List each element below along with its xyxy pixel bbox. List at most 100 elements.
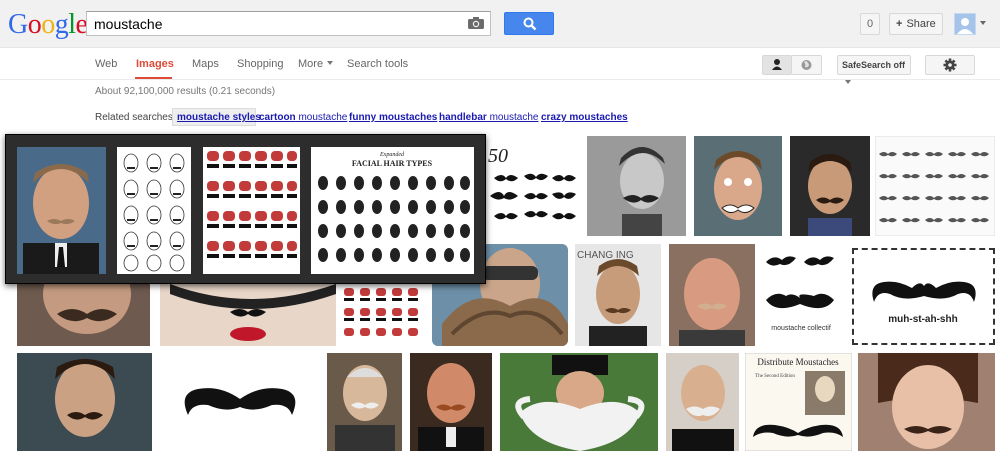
related-link[interactable]: cartoon moustache <box>259 112 347 123</box>
search-input[interactable] <box>87 12 457 35</box>
distribute-sub: The Second Edition <box>755 374 795 379</box>
distribute-title: Distribute Moustaches <box>757 357 839 367</box>
portrait-photo <box>327 353 402 451</box>
avatar[interactable] <box>954 13 976 35</box>
facial-hair-types-chart: Expanded FACIAL HAIR TYPES <box>311 147 474 274</box>
collectif-label: moustache collectif <box>771 325 831 332</box>
tab-maps[interactable]: Maps <box>192 58 219 70</box>
safesearch-label: SafeSearch off <box>842 60 906 70</box>
user-icon <box>955 14 975 34</box>
top-bar: Google 0 +Share <box>0 0 1000 48</box>
related-link[interactable]: handlebar moustache <box>439 112 539 123</box>
portrait-photo <box>500 353 658 451</box>
image-result[interactable] <box>666 353 739 451</box>
portrait-photo <box>587 136 686 236</box>
image-result[interactable] <box>694 136 782 236</box>
preview-image[interactable]: Expanded FACIAL HAIR TYPES <box>311 147 474 274</box>
tab-search-tools[interactable]: Search tools <box>347 58 408 70</box>
chevron-down-icon <box>845 80 851 84</box>
portrait-photo <box>17 353 152 451</box>
search-box <box>86 11 491 36</box>
results-stats: About 92,100,000 results (0.21 seconds) <box>95 86 276 97</box>
tab-shopping[interactable]: Shopping <box>237 58 284 70</box>
mustache-sign-image: muh-st-ah-shh <box>872 281 976 325</box>
svg-text:CHANG ING: CHANG ING <box>577 250 634 261</box>
logo-letter: G <box>8 9 28 40</box>
mustache-sketch-chart <box>117 147 191 274</box>
mustache-chart-image <box>875 136 995 236</box>
logo-letter: g <box>54 9 69 40</box>
image-result[interactable] <box>17 353 152 451</box>
image-result[interactable] <box>160 353 320 451</box>
plus-icon: + <box>896 18 903 30</box>
tab-web[interactable]: Web <box>95 58 117 70</box>
settings-button[interactable] <box>925 55 975 75</box>
portrait-photo <box>858 353 995 451</box>
image-result[interactable] <box>500 353 658 451</box>
camera-icon[interactable] <box>467 16 485 30</box>
mustache-collectif-image: moustache collectif <box>766 256 834 332</box>
portrait-photo: CHANG ING <box>575 244 661 346</box>
chart-title-top: Expanded <box>379 152 405 158</box>
tab-more[interactable]: More <box>298 58 334 70</box>
google-logo[interactable]: Google <box>8 9 88 41</box>
preview-image[interactable] <box>17 147 106 274</box>
image-result[interactable]: moustache collectif <box>760 244 842 346</box>
chevron-down-icon[interactable] <box>980 21 986 25</box>
related-link[interactable]: moustache styles <box>177 112 261 123</box>
image-result[interactable]: 50 <box>486 136 580 236</box>
distribute-moustaches-image: Distribute Moustaches The Second Edition <box>745 353 852 451</box>
image-result[interactable] <box>587 136 686 236</box>
image-result[interactable] <box>410 353 492 451</box>
portrait-photo <box>17 284 150 346</box>
preview-image[interactable] <box>117 147 191 274</box>
notifications-count[interactable]: 0 <box>860 13 880 35</box>
image-result[interactable] <box>17 284 150 346</box>
image-result[interactable] <box>669 244 755 346</box>
related-link[interactable]: crazy moustaches <box>541 112 628 123</box>
preview-image[interactable] <box>203 147 300 274</box>
global-results-button[interactable] <box>791 55 822 75</box>
mustache-icon <box>184 388 296 415</box>
image-result[interactable] <box>160 284 336 346</box>
image-result[interactable] <box>858 353 995 451</box>
share-button[interactable]: + Share <box>889 13 943 35</box>
chevron-down-icon <box>327 61 334 65</box>
chart-title: FACIAL HAIR TYPES <box>352 159 433 168</box>
gear-icon <box>943 58 957 72</box>
mustache-collection-image: 50 <box>488 145 576 220</box>
search-button[interactable] <box>504 12 554 35</box>
hover-preview-popup: Expanded FACIAL HAIR TYPES <box>5 134 486 284</box>
portrait-photo <box>17 147 106 274</box>
related-searches-label: Related searches: <box>95 112 176 123</box>
share-label: Share <box>906 18 936 30</box>
mustache-red-chart <box>203 147 300 274</box>
muhstahshh-label: muh-st-ah-shh <box>888 314 957 325</box>
portrait-photo <box>669 244 755 346</box>
personal-results-button[interactable] <box>762 55 792 75</box>
person-icon <box>772 59 782 70</box>
related-link[interactable]: funny moustaches <box>349 112 437 123</box>
active-tab-indicator <box>135 77 172 79</box>
portrait-photo <box>666 353 739 451</box>
image-result[interactable]: muh-st-ah-shh <box>852 248 995 345</box>
globe-icon <box>801 60 812 70</box>
image-result[interactable] <box>875 136 995 236</box>
image-result[interactable] <box>790 136 870 236</box>
portrait-photo <box>790 136 870 236</box>
search-icon <box>523 17 537 31</box>
portrait-photo <box>160 284 336 346</box>
portrait-photo <box>694 136 782 236</box>
banner-number: 50 <box>488 145 508 167</box>
image-result[interactable] <box>327 353 402 451</box>
image-result[interactable]: CHANG ING <box>575 244 661 346</box>
logo-letter: l <box>68 9 76 40</box>
portrait-photo <box>410 353 492 451</box>
logo-letter: o <box>41 9 55 40</box>
tab-images[interactable]: Images <box>136 58 174 70</box>
mustache-chart-image <box>344 288 418 336</box>
safesearch-dropdown[interactable]: SafeSearch off <box>837 55 911 84</box>
image-result[interactable] <box>340 284 428 346</box>
image-result[interactable]: Distribute Moustaches The Second Edition <box>745 353 852 451</box>
logo-letter: o <box>27 9 42 40</box>
